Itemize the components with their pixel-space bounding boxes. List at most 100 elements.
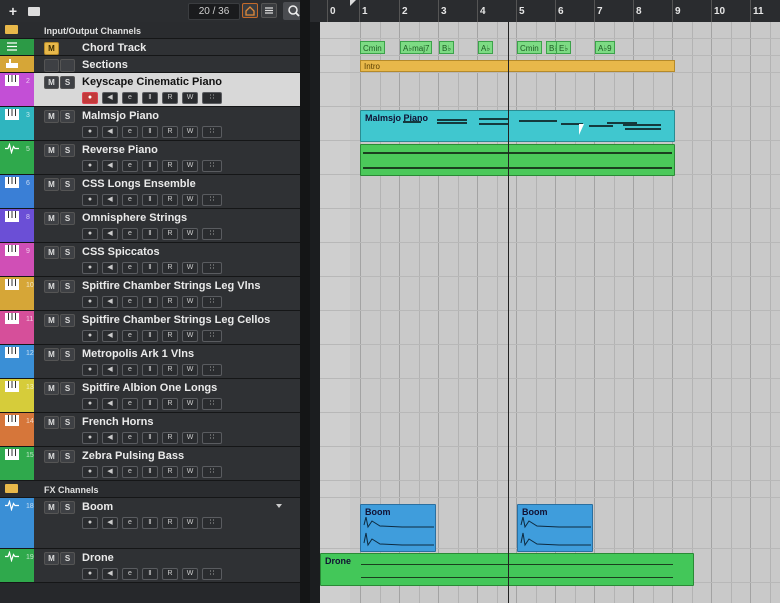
write-automation-button[interactable]: W <box>182 466 198 478</box>
record-enable-button[interactable]: ● <box>82 432 98 444</box>
arrangement-area[interactable]: Cmin A♭maj7 B♭ A♭ Cmin B♭ E♭ A♭9 Intro Malmsjo … <box>320 22 780 603</box>
record-enable-button[interactable]: ● <box>82 126 98 138</box>
instrument-keys-button[interactable]: Ⅱ <box>142 262 158 274</box>
monitor-button[interactable]: ◀ <box>102 296 118 308</box>
solo-button[interactable]: S <box>60 246 75 259</box>
monitor-button[interactable]: ◀ <box>102 92 118 104</box>
chord-event[interactable]: A♭maj7 <box>400 41 433 54</box>
read-automation-button[interactable]: R <box>162 466 178 478</box>
section-options-button[interactable] <box>60 59 75 72</box>
edit-instrument-button[interactable]: e <box>122 330 138 342</box>
monitor-button[interactable]: ◀ <box>102 126 118 138</box>
track-row[interactable]: 8 M S Omnisphere Strings ● ◀ e Ⅱ R W ∷ <box>0 209 300 243</box>
record-enable-button[interactable]: ● <box>82 364 98 376</box>
solo-button[interactable]: S <box>60 110 75 123</box>
solo-button[interactable]: S <box>60 382 75 395</box>
more-options-button[interactable]: ∷ <box>202 364 222 376</box>
instrument-keys-button[interactable]: Ⅱ <box>142 296 158 308</box>
track-name[interactable]: Malmsjo Piano <box>82 110 159 122</box>
mute-button[interactable]: M <box>44 382 59 395</box>
write-automation-button[interactable]: W <box>182 92 198 104</box>
solo-button[interactable]: S <box>60 314 75 327</box>
record-enable-button[interactable]: ● <box>82 160 98 172</box>
record-enable-button[interactable]: ● <box>82 466 98 478</box>
write-automation-button[interactable]: W <box>182 364 198 376</box>
read-automation-button[interactable]: R <box>162 432 178 444</box>
more-options-button[interactable]: ∷ <box>202 126 222 138</box>
mute-button[interactable]: M <box>44 212 59 225</box>
monitor-button[interactable]: ◀ <box>102 466 118 478</box>
more-options-button[interactable]: ∷ <box>202 228 222 240</box>
monitor-button[interactable]: ◀ <box>102 364 118 376</box>
track-row[interactable]: 3 M S Malmsjo Piano ● ◀ e Ⅱ R W ∷ <box>0 107 300 141</box>
more-options-button[interactable]: ∷ <box>202 398 222 410</box>
write-automation-button[interactable]: W <box>182 568 198 580</box>
track-row[interactable]: M Chord Track <box>0 39 300 56</box>
record-enable-button[interactable]: ● <box>82 568 98 580</box>
instrument-keys-button[interactable]: Ⅱ <box>142 398 158 410</box>
instrument-keys-button[interactable]: Ⅱ <box>142 466 158 478</box>
write-automation-button[interactable]: W <box>182 296 198 308</box>
more-options-button[interactable]: ∷ <box>202 330 222 342</box>
solo-button[interactable]: S <box>60 178 75 191</box>
mute-button[interactable]: M <box>44 552 59 565</box>
add-folder-button[interactable] <box>26 3 42 19</box>
read-automation-button[interactable]: R <box>162 194 178 206</box>
mute-button[interactable]: M <box>44 144 59 157</box>
mute-button[interactable]: M <box>44 280 59 293</box>
audio-event-reverse-piano[interactable] <box>360 144 675 176</box>
track-name[interactable]: Zebra Pulsing Bass <box>82 450 184 462</box>
mute-button[interactable]: M <box>44 42 59 55</box>
edit-instrument-button[interactable]: e <box>122 568 138 580</box>
track-row[interactable]: FX Channels <box>0 481 300 498</box>
write-automation-button[interactable]: W <box>182 160 198 172</box>
solo-button[interactable]: S <box>60 212 75 225</box>
record-enable-button[interactable]: ● <box>82 262 98 274</box>
mute-button[interactable]: M <box>44 246 59 259</box>
edit-instrument-button[interactable]: e <box>122 228 138 240</box>
track-row[interactable]: 10 M S Spitfire Chamber Strings Leg Vlns ● ◀ e… <box>0 277 300 311</box>
more-options-button[interactable]: ∷ <box>202 262 222 274</box>
write-automation-button[interactable]: W <box>182 126 198 138</box>
monitor-button[interactable]: ◀ <box>102 194 118 206</box>
record-enable-button[interactable]: ● <box>82 296 98 308</box>
track-name[interactable]: Boom <box>82 501 113 513</box>
track-name[interactable]: Spitfire Chamber Strings Leg Vlns <box>82 280 260 292</box>
track-row[interactable]: 5 M S Reverse Piano ● ◀ e Ⅱ R W ∷ <box>0 141 300 175</box>
read-automation-button[interactable]: R <box>162 398 178 410</box>
write-automation-button[interactable]: W <box>182 330 198 342</box>
mute-button[interactable]: M <box>44 501 59 514</box>
mute-button[interactable]: M <box>44 348 59 361</box>
instrument-keys-button[interactable]: Ⅱ <box>142 194 158 206</box>
track-name[interactable]: Chord Track <box>82 42 146 54</box>
read-automation-button[interactable]: R <box>162 92 178 104</box>
more-options-button[interactable]: ∷ <box>202 160 222 172</box>
more-options-button[interactable]: ∷ <box>202 92 222 104</box>
track-name[interactable]: Drone <box>82 552 114 564</box>
track-row[interactable]: 19 M S Drone ● ◀ e Ⅱ R W ∷ <box>0 549 300 583</box>
mute-button[interactable]: M <box>44 314 59 327</box>
solo-button[interactable]: S <box>60 348 75 361</box>
track-row[interactable]: 12 M S Metropolis Ark 1 Vlns ● ◀ e Ⅱ R W ∷ <box>0 345 300 379</box>
instrument-keys-button[interactable]: Ⅱ <box>142 432 158 444</box>
write-automation-button[interactable]: W <box>182 262 198 274</box>
locator-marker-icon[interactable] <box>350 0 356 6</box>
monitor-button[interactable]: ◀ <box>102 517 118 529</box>
monitor-button[interactable]: ◀ <box>102 330 118 342</box>
solo-button[interactable]: S <box>60 144 75 157</box>
track-row[interactable]: Sections <box>0 56 300 73</box>
instrument-keys-button[interactable]: Ⅱ <box>142 160 158 172</box>
monitor-button[interactable]: ◀ <box>102 568 118 580</box>
write-automation-button[interactable]: W <box>182 398 198 410</box>
track-name[interactable]: Omnisphere Strings <box>82 212 187 224</box>
mute-button[interactable]: M <box>44 450 59 463</box>
track-row[interactable]: 15 M S Zebra Pulsing Bass ● ◀ e Ⅱ R W ∷ <box>0 447 300 481</box>
section-tools-button[interactable] <box>44 59 59 72</box>
record-enable-button[interactable]: ● <box>82 330 98 342</box>
panel-divider[interactable] <box>300 22 310 603</box>
track-row[interactable]: 2 M S Keyscape Cinematic Piano ● ◀ e Ⅱ R W ∷ <box>0 73 300 107</box>
solo-button[interactable]: S <box>60 76 75 89</box>
edit-instrument-button[interactable]: e <box>122 160 138 172</box>
track-row[interactable]: 11 M S Spitfire Chamber Strings Leg Cellos ●… <box>0 311 300 345</box>
solo-button[interactable]: S <box>60 280 75 293</box>
